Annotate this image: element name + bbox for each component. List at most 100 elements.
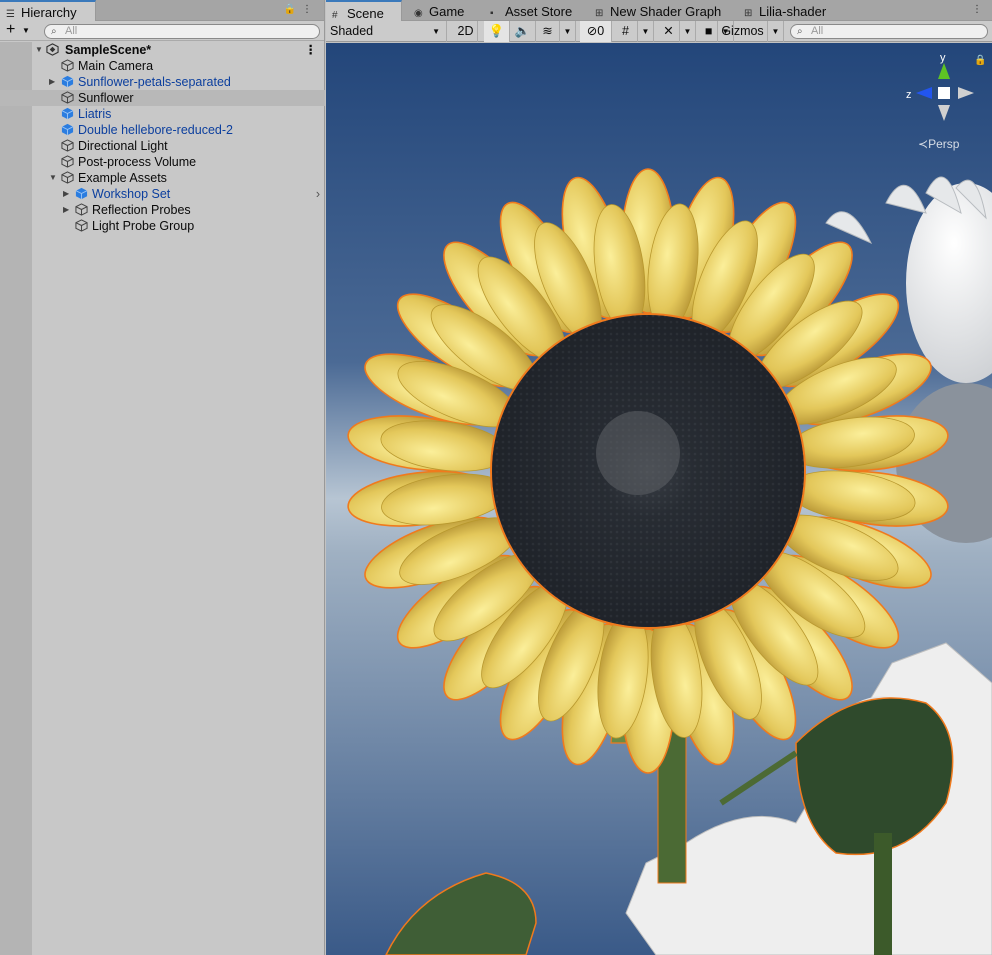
effects-dropdown[interactable]: ▼ bbox=[560, 21, 576, 42]
chevron-down-icon: ▼ bbox=[771, 27, 780, 36]
tab-lilia-shader-label: Lilia-shader bbox=[759, 4, 827, 19]
draw-mode-dropdown[interactable]: Shaded ▼ bbox=[326, 21, 447, 42]
tab-scene-label: Scene bbox=[347, 6, 384, 21]
prefab-cube-icon bbox=[61, 123, 74, 136]
tab-asset-store[interactable]: ▪ Asset Store bbox=[484, 0, 572, 21]
search-icon: ⌕ bbox=[51, 26, 57, 37]
tree-label: Sunflower-petals-separated bbox=[78, 75, 231, 89]
gameobject-cube-icon bbox=[75, 203, 88, 216]
collapse-arrow-icon[interactable]: ▶ bbox=[49, 74, 55, 90]
grid-toggle[interactable]: # bbox=[614, 21, 638, 42]
chevron-left-icon: ≺ bbox=[918, 137, 929, 151]
tree-label: Post-process Volume bbox=[78, 155, 197, 169]
list-icon: ☰ bbox=[6, 9, 15, 20]
expand-arrow-icon[interactable]: ▼ bbox=[35, 42, 43, 58]
create-plus-button[interactable]: + bbox=[6, 22, 15, 38]
tree-row-samplescene[interactable]: ▼ SampleScene* ⋮ bbox=[0, 42, 325, 58]
shopping-bag-icon: ▪ bbox=[490, 8, 494, 19]
gizmo-lock-icon[interactable]: 🔒 bbox=[974, 55, 986, 66]
tree-row-workshop-set[interactable]: ▶ Workshop Set › bbox=[0, 186, 325, 202]
projection-label: Persp bbox=[928, 137, 960, 151]
tree-label: Reflection Probes bbox=[92, 203, 191, 217]
lighting-toggle[interactable]: 💡 bbox=[484, 21, 510, 42]
tab-scene[interactable]: # Scene bbox=[326, 0, 402, 21]
lock-icon[interactable]: 🔒 bbox=[284, 4, 302, 15]
gizmos-dropdown[interactable]: ▼ bbox=[768, 21, 784, 42]
chevron-down-icon: ▼ bbox=[432, 27, 440, 36]
tab-lilia-shader[interactable]: ⊞ Lilia-shader bbox=[738, 0, 826, 21]
hidden-object-count: 0 bbox=[597, 24, 605, 38]
toggle-2d-button[interactable]: 2D bbox=[454, 21, 478, 42]
shader-graph-icon: ⊞ bbox=[744, 8, 753, 19]
tree-row-reflection-probes[interactable]: ▶ Reflection Probes bbox=[0, 202, 325, 218]
tree-label: Double hellebore-reduced-2 bbox=[78, 123, 233, 137]
audio-toggle[interactable]: 🔈 bbox=[510, 21, 536, 42]
hierarchy-search-input[interactable]: ⌕ All bbox=[44, 24, 320, 39]
tree-row-sunflower-petals-separated[interactable]: ▶ Sunflower-petals-separated bbox=[0, 74, 325, 90]
tree-row-liatris[interactable]: Liatris bbox=[0, 106, 325, 122]
tab-game-label: Game bbox=[429, 4, 465, 19]
lightbulb-icon: 💡 bbox=[488, 24, 505, 38]
prefab-cube-icon bbox=[61, 107, 74, 120]
camera-settings-button[interactable]: ■ bbox=[700, 21, 718, 42]
gizmo-y-label: y bbox=[940, 52, 946, 64]
x-axis-cone[interactable] bbox=[958, 87, 974, 99]
gizmos-button[interactable]: Gizmos bbox=[718, 21, 768, 42]
scene-kebab-menu-icon[interactable]: ⋮ bbox=[972, 4, 988, 15]
gameobject-cube-icon bbox=[61, 59, 74, 72]
tree-label: Directional Light bbox=[78, 139, 168, 153]
tree-row-double-hellebore[interactable]: Double hellebore-reduced-2 bbox=[0, 122, 325, 138]
z-axis-cone[interactable] bbox=[916, 87, 932, 99]
tab-new-shader-graph[interactable]: ⊞ New Shader Graph bbox=[589, 0, 721, 21]
tools-toggle[interactable]: ✕ bbox=[658, 21, 680, 42]
tree-label: Main Camera bbox=[78, 59, 154, 73]
scene-render bbox=[326, 43, 992, 955]
collapse-arrow-icon[interactable]: ▶ bbox=[63, 202, 69, 218]
panel-lock-and-menu[interactable]: 🔒⋮ bbox=[284, 4, 318, 15]
scene-menu-icon[interactable]: ⋮ bbox=[305, 42, 318, 58]
hierarchy-toolbar: + ▼ ⌕ All bbox=[0, 21, 324, 41]
tab-hierarchy[interactable]: ☰ Hierarchy bbox=[0, 0, 96, 21]
chevron-right-icon[interactable]: › bbox=[316, 186, 320, 202]
grid-hash-icon: # bbox=[332, 10, 338, 21]
gameobject-cube-icon bbox=[61, 155, 74, 168]
kebab-menu-icon[interactable]: ⋮ bbox=[302, 4, 318, 15]
tab-new-shader-graph-label: New Shader Graph bbox=[610, 4, 722, 19]
hierarchy-search-placeholder: All bbox=[65, 25, 78, 37]
background-stem bbox=[874, 833, 892, 955]
gizmo-center-cube[interactable] bbox=[938, 87, 950, 99]
collapse-arrow-icon[interactable]: ▶ bbox=[63, 186, 69, 202]
scene-viewport[interactable]: y z 🔒 ≺Persp bbox=[326, 43, 992, 955]
unity-scene-icon bbox=[46, 43, 59, 56]
tree-row-example-assets[interactable]: ▼ Example Assets bbox=[0, 170, 325, 186]
expand-arrow-icon[interactable]: ▼ bbox=[49, 170, 57, 186]
disk-center-highlight bbox=[596, 411, 680, 495]
tree-row-post-process-volume[interactable]: Post-process Volume bbox=[0, 154, 325, 170]
prefab-cube-icon bbox=[61, 75, 74, 88]
tree-row-directional-light[interactable]: Directional Light bbox=[0, 138, 325, 154]
scene-visibility-toggle[interactable]: ⊘0 bbox=[580, 21, 612, 42]
effects-layers-icon: ≋ bbox=[542, 24, 553, 38]
neg-y-axis-cone[interactable] bbox=[938, 105, 950, 121]
tab-hierarchy-label: Hierarchy bbox=[21, 5, 77, 20]
gamepad-icon: ◉ bbox=[414, 8, 423, 19]
grid-dropdown[interactable]: ▼ bbox=[638, 21, 654, 42]
tree-row-sunflower[interactable]: Sunflower bbox=[0, 90, 325, 106]
scene-search-input[interactable]: ⌕ All bbox=[790, 24, 988, 39]
tools-dropdown[interactable]: ▼ bbox=[680, 21, 696, 42]
create-dropdown-caret-icon[interactable]: ▼ bbox=[22, 26, 30, 35]
tab-game[interactable]: ◉ Game bbox=[408, 0, 464, 21]
tree-label: Example Assets bbox=[78, 171, 167, 185]
tree-row-main-camera[interactable]: Main Camera bbox=[0, 58, 325, 74]
eye-slash-icon: ⊘ bbox=[586, 24, 598, 38]
tree-label: Workshop Set bbox=[92, 187, 171, 201]
draw-mode-value: Shaded bbox=[330, 24, 374, 38]
projection-toggle[interactable]: ≺Persp bbox=[918, 137, 959, 151]
tree-row-light-probe-group[interactable]: Light Probe Group bbox=[0, 218, 325, 234]
orientation-gizmo[interactable]: y z bbox=[904, 51, 984, 131]
effects-toggle[interactable]: ≋ bbox=[536, 21, 560, 42]
gameobject-cube-icon bbox=[61, 139, 74, 152]
grid-icon: # bbox=[622, 24, 629, 38]
y-axis-cone[interactable] bbox=[938, 63, 950, 79]
prefab-cube-icon bbox=[75, 187, 88, 200]
